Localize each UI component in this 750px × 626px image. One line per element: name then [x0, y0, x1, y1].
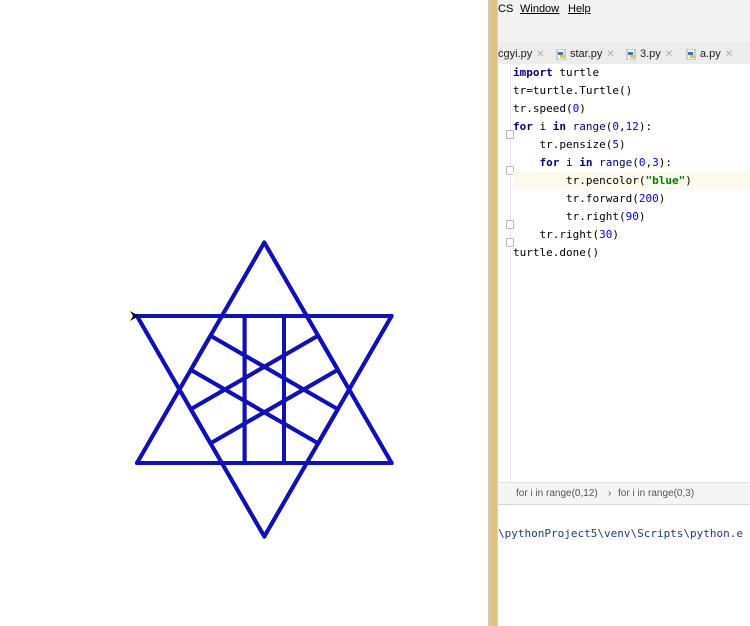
breadcrumb: for i in range(0,12) › for i in range(0,… — [498, 482, 750, 505]
code-token: for — [513, 120, 533, 133]
breadcrumb-inner-loop[interactable]: for i in range(0,3) — [618, 488, 694, 499]
code-token: ): — [638, 120, 653, 133]
turtle-stroke — [208, 333, 340, 412]
menu-window[interactable]: Window — [520, 3, 559, 15]
code-token: import — [513, 66, 553, 79]
code-line[interactable]: tr=turtle.Turtle() — [513, 82, 750, 100]
code-token: tr.right( — [513, 210, 626, 223]
code-line[interactable]: tr.speed(0) — [513, 100, 750, 118]
window-divider[interactable] — [488, 0, 498, 626]
turtle-drawing — [130, 240, 394, 539]
code-token: ) — [658, 192, 666, 205]
turtle-stroke — [135, 314, 213, 446]
close-icon[interactable]: ✕ — [536, 49, 544, 60]
code-token: tr.speed( — [513, 102, 573, 115]
editor-gutter — [498, 64, 514, 482]
code-token: turtle.done() — [513, 246, 600, 259]
code-token: ) — [638, 210, 646, 223]
turtle-stroke — [188, 333, 321, 412]
code-editor[interactable]: import turtle tr=turtle.Turtle() tr.speed(… — [498, 64, 750, 482]
python-file-icon — [626, 48, 636, 60]
run-console: \pythonProject5\venv\Scripts\python.e — [498, 504, 750, 626]
menu-help-label: Help — [568, 3, 591, 15]
code-line[interactable]: tr.right(30) — [513, 226, 750, 244]
code-token: ) — [612, 228, 619, 241]
python-file-icon — [556, 48, 566, 60]
code-token: 5 — [612, 138, 619, 151]
run-output-text: \pythonProject5\venv\Scripts\python.e — [498, 527, 744, 540]
code-line[interactable]: tr.pensize(5) — [513, 136, 750, 154]
tab-label: cgyi.py — [498, 48, 533, 60]
code-line[interactable]: tr.right(90) — [513, 208, 750, 226]
code-token: ( — [632, 156, 639, 169]
code-line[interactable]: for i in range(0,3): — [513, 154, 750, 172]
code-token: range — [572, 120, 606, 133]
menu-bar: CS Window Help — [498, 0, 750, 22]
python-file-icon — [686, 48, 696, 60]
turtle-stroke — [188, 367, 321, 446]
turtle-stroke — [316, 314, 394, 446]
code-token: i — [559, 156, 580, 169]
tab-cgyi[interactable]: cgyi.py ✕ — [498, 47, 545, 61]
code-token: ): — [658, 156, 672, 169]
close-icon[interactable]: ✕ — [606, 49, 614, 60]
tab-label: star.py — [570, 48, 603, 60]
code-token: in — [579, 156, 593, 169]
code-token: turtle — [552, 66, 600, 79]
close-icon[interactable]: ✕ — [725, 49, 733, 60]
code-line[interactable]: tr.forward(200) — [513, 190, 750, 208]
menu-window-label: Window — [520, 3, 560, 15]
code-token: "blue" — [645, 174, 686, 187]
code-token: 0 — [638, 156, 646, 169]
code-token: tr.right( — [513, 228, 600, 241]
code-token: ) — [685, 174, 692, 187]
turtle-canvas — [0, 0, 488, 626]
code-token: tr.forward( — [513, 192, 639, 205]
code-token: tr.pencolor( — [513, 174, 646, 187]
code-token: 0 — [612, 120, 619, 133]
code-token: range — [599, 156, 633, 169]
tab-label: a.py — [700, 48, 721, 60]
code-line[interactable]: for i in range(0,12): — [513, 118, 750, 136]
code-token: , — [619, 120, 626, 133]
code-token: ) — [618, 138, 626, 151]
code-token: 12 — [625, 120, 639, 133]
turtle-stroke — [208, 367, 340, 446]
editor-tab-bar: cgyi.py ✕ star.py ✕ 3.py ✕ a.py ✕ — [498, 42, 750, 65]
breadcrumb-separator: › — [608, 488, 612, 499]
tab-a[interactable]: a.py ✕ — [686, 47, 733, 61]
code-line[interactable]: turtle.done() — [513, 244, 750, 262]
menu-vcs-label: CS — [498, 3, 514, 15]
tab-label: 3.py — [640, 48, 661, 60]
code-line[interactable]: import turtle — [513, 64, 750, 82]
close-icon[interactable]: ✕ — [665, 49, 673, 60]
code-line[interactable]: tr.pencolor("blue") — [513, 172, 750, 190]
tab-star[interactable]: star.py ✕ — [556, 47, 615, 61]
code-token: tr.pensize( — [513, 138, 613, 151]
code-token: for — [539, 156, 560, 169]
breadcrumb-outer-loop[interactable]: for i in range(0,12) — [516, 488, 598, 499]
code-token: tr=turtle.Turtle() — [513, 84, 633, 97]
code-token: 200 — [638, 192, 659, 205]
menu-vcs[interactable]: CS — [498, 3, 513, 15]
code-token: 90 — [625, 210, 639, 223]
turtle-stroke — [262, 240, 340, 372]
ide-window: CS Window Help cgyi.py ✕ star.py ✕ 3.py … — [498, 0, 750, 626]
code-token: ) — [579, 102, 586, 115]
menu-help[interactable]: Help — [568, 3, 591, 15]
code-token: 3 — [652, 156, 659, 169]
code-token: i — [532, 120, 553, 133]
turtle-stroke — [188, 240, 267, 372]
tab-3[interactable]: 3.py ✕ — [626, 47, 673, 61]
code-token: 30 — [599, 228, 613, 241]
code-token: in — [552, 120, 566, 133]
